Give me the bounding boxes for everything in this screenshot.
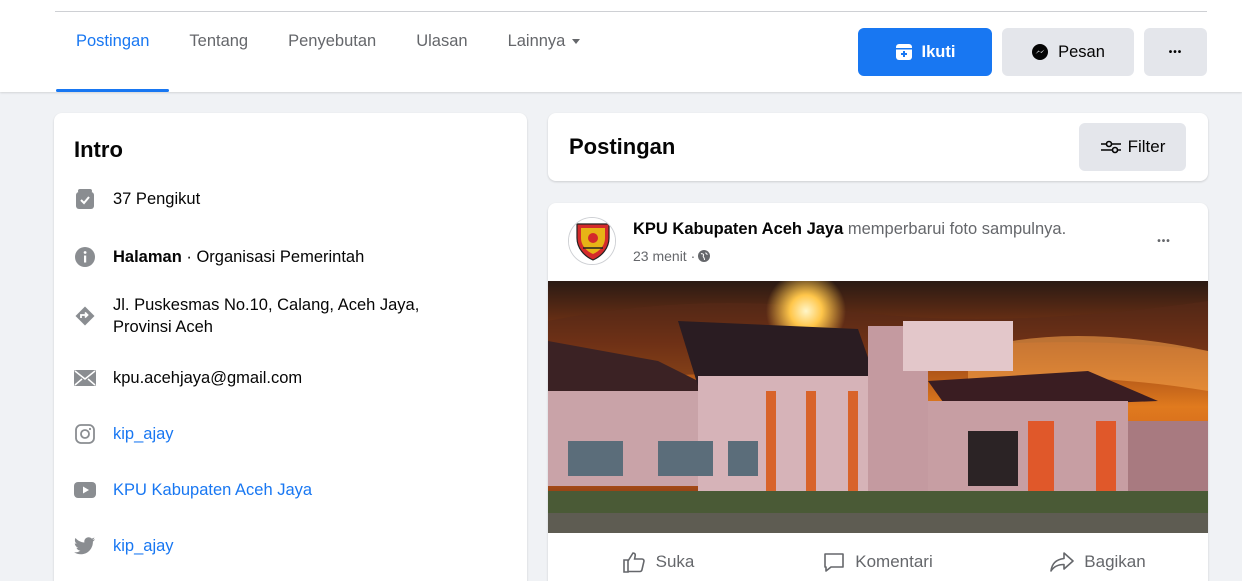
tab-penyebutan[interactable]: Penyebutan (268, 24, 396, 92)
instagram-icon (74, 423, 96, 445)
kpu-logo (569, 218, 615, 264)
tab-tentang[interactable]: Tentang (169, 24, 268, 92)
intro-title: Intro (74, 137, 123, 162)
more-options-button[interactable]: ••• (1144, 28, 1207, 76)
post-options-button[interactable]: ••• (1146, 223, 1182, 259)
page-type-label: Halaman (113, 248, 182, 266)
post-header-text: KPU Kabupaten Aceh Jaya memperbarui foto… (633, 220, 1066, 239)
followers-row: 37 Pengikut (74, 188, 200, 210)
filter-button[interactable]: Filter (1079, 123, 1186, 171)
post-meta: 23 menit · (633, 248, 711, 264)
post-card: KPU Kabupaten Aceh Jaya memperbarui foto… (548, 203, 1208, 581)
post-action-text: memperbarui foto sampulnya. (843, 220, 1067, 238)
posts-title: Postingan (569, 134, 676, 159)
address-row: Jl. Puskesmas No.10, Calang, Aceh Jaya, P… (74, 294, 419, 338)
category-row: Halaman · Organisasi Pemerintah (74, 246, 364, 268)
follow-label: Ikuti (921, 42, 956, 61)
divider (55, 11, 1207, 12)
twitter-link[interactable]: kip_ajay (113, 535, 174, 557)
youtube-icon (74, 479, 96, 501)
info-icon (74, 246, 96, 268)
tab-ulasan[interactable]: Ulasan (396, 24, 487, 92)
like-icon (622, 552, 645, 573)
post-actions: Suka Komentari Bagikan (548, 533, 1208, 581)
globe-icon (698, 250, 711, 262)
filter-icon (1100, 140, 1121, 154)
email-row[interactable]: kpu.acehjaya@gmail.com (74, 367, 302, 389)
post-author-name[interactable]: KPU Kabupaten Aceh Jaya (633, 220, 843, 238)
messenger-icon (1031, 43, 1049, 61)
tab-label: Postingan (76, 32, 150, 50)
intro-card: Intro 37 Pengikut Halaman · Organisasi P… (54, 113, 527, 581)
address-line-1: Jl. Puskesmas No.10, Calang, Aceh Jaya, (113, 296, 420, 314)
tab-label: Penyebutan (288, 32, 377, 50)
tab-lainnya[interactable]: Lainnya (488, 24, 601, 92)
post-time[interactable]: 23 menit · (633, 248, 695, 264)
comment-label: Komentari (855, 552, 933, 571)
share-icon (1050, 552, 1075, 572)
page-tabs: Postingan Tentang Penyebutan Ulasan Lain… (56, 24, 600, 92)
like-button[interactable]: Suka (548, 533, 768, 581)
more-dots-icon: ••• (1168, 46, 1183, 58)
address-text: Jl. Puskesmas No.10, Calang, Aceh Jaya, P… (113, 294, 419, 338)
share-label: Bagikan (1084, 552, 1146, 571)
filter-label: Filter (1127, 137, 1166, 156)
message-label: Pesan (1058, 42, 1105, 61)
email-text: kpu.acehjaya@gmail.com (113, 369, 303, 387)
tab-label: Lainnya (507, 32, 566, 50)
youtube-row[interactable]: KPU Kabupaten Aceh Jaya (74, 479, 312, 501)
location-icon (74, 305, 96, 327)
cover-photo[interactable] (548, 281, 1208, 533)
address-line-2: Provinsi Aceh (113, 318, 213, 336)
email-icon (74, 367, 96, 389)
page-nav-bar: Postingan Tentang Penyebutan Ulasan Lain… (0, 0, 1242, 92)
posts-header-card: Postingan Filter (548, 113, 1208, 181)
message-button[interactable]: Pesan (1002, 28, 1134, 76)
caret-down-icon (572, 39, 581, 45)
twitter-icon (74, 535, 96, 557)
page-category: · Organisasi Pemerintah (181, 248, 365, 266)
follow-icon (895, 43, 913, 61)
comment-icon (824, 553, 845, 572)
share-button[interactable]: Bagikan (988, 533, 1208, 581)
followers-text: 37 Pengikut (113, 190, 201, 208)
like-label: Suka (655, 552, 695, 571)
tab-label: Ulasan (416, 32, 468, 50)
page-avatar[interactable] (568, 217, 616, 265)
instagram-row[interactable]: kip_ajay (74, 423, 174, 445)
instagram-link[interactable]: kip_ajay (113, 423, 174, 445)
tab-label: Tentang (189, 32, 249, 50)
tab-postingan[interactable]: Postingan (56, 24, 170, 92)
youtube-link[interactable]: KPU Kabupaten Aceh Jaya (113, 479, 312, 501)
followers-icon (74, 188, 96, 210)
twitter-row[interactable]: kip_ajay (74, 535, 174, 557)
comment-button[interactable]: Komentari (768, 533, 988, 581)
follow-button[interactable]: Ikuti (858, 28, 992, 76)
